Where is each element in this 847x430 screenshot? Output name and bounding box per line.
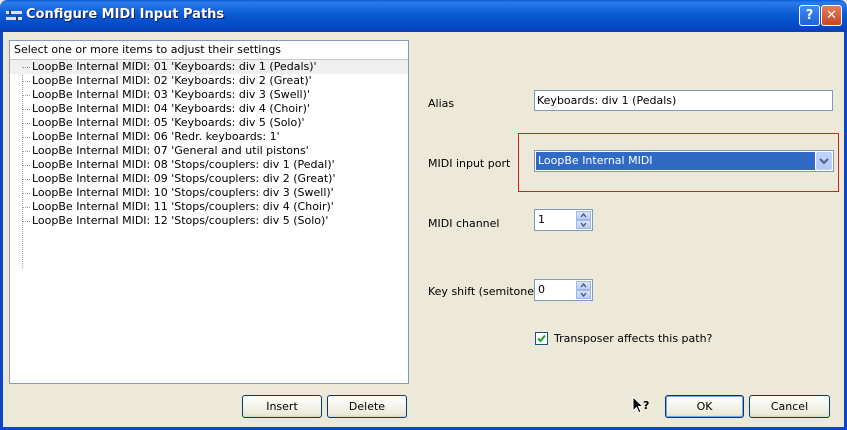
tree-connector	[22, 95, 30, 96]
midi-channel-value: 1	[538, 213, 545, 226]
tree-connector	[22, 221, 30, 222]
chevron-down-icon	[819, 158, 829, 165]
keyshift-increment-button[interactable]	[576, 281, 591, 290]
transposer-label[interactable]: Transposer affects this path?	[554, 332, 712, 345]
dropdown-button[interactable]	[816, 152, 832, 170]
help-button[interactable]: ?	[799, 5, 820, 26]
midi-channel-label: MIDI channel	[428, 217, 500, 230]
list-item[interactable]: LoopBe Internal MIDI: 04 'Keyboards: div…	[10, 102, 408, 116]
close-button[interactable]: ✕	[821, 5, 842, 26]
tree-connector	[22, 207, 30, 208]
window-title: Configure MIDI Input Paths	[26, 7, 225, 22]
list-item-label: LoopBe Internal MIDI: 04 'Keyboards: div…	[32, 102, 310, 115]
alias-label: Alias	[428, 97, 455, 110]
channel-decrement-button[interactable]	[576, 220, 591, 229]
list-item[interactable]: LoopBe Internal MIDI: 01 'Keyboards: div…	[10, 60, 408, 74]
list-item-label: LoopBe Internal MIDI: 08 'Stops/couplers…	[32, 158, 335, 171]
list-item-label: LoopBe Internal MIDI: 09 'Stops/couplers…	[32, 172, 336, 185]
chevron-down-icon	[580, 292, 587, 298]
list-item[interactable]: LoopBe Internal MIDI: 03 'Keyboards: div…	[10, 88, 408, 102]
list-item[interactable]: LoopBe Internal MIDI: 11 'Stops/couplers…	[10, 200, 408, 214]
list-item[interactable]: LoopBe Internal MIDI: 02 'Keyboards: div…	[10, 74, 408, 88]
list-item-label: LoopBe Internal MIDI: 12 'Stops/couplers…	[32, 214, 329, 227]
cancel-button[interactable]: Cancel	[749, 395, 830, 418]
close-icon: ✕	[826, 8, 837, 23]
tree-connector	[22, 137, 30, 138]
help-cursor-icon: ?	[632, 396, 649, 414]
midi-paths-list[interactable]: Select one or more items to adjust their…	[9, 40, 409, 384]
channel-increment-button[interactable]	[576, 211, 591, 220]
list-item-label: LoopBe Internal MIDI: 11 'Stops/couplers…	[32, 200, 334, 213]
tree-connector	[22, 151, 30, 152]
list-item[interactable]: LoopBe Internal MIDI: 05 'Keyboards: div…	[10, 116, 408, 130]
tree-connector	[22, 123, 30, 124]
keyshift-decrement-button[interactable]	[576, 290, 591, 299]
tree-connector	[22, 109, 30, 110]
insert-button[interactable]: Insert	[242, 395, 322, 418]
tree-connector	[22, 67, 30, 68]
list-item-label: LoopBe Internal MIDI: 01 'Keyboards: div…	[32, 60, 317, 73]
midi-channel-spinner[interactable]: 1	[534, 209, 593, 231]
midi-port-value: LoopBe Internal MIDI	[536, 152, 815, 170]
chevron-up-icon	[580, 282, 587, 288]
list-item[interactable]: LoopBe Internal MIDI: 07 'General and ut…	[10, 144, 408, 158]
midi-app-icon	[6, 10, 22, 21]
svg-text:?: ?	[643, 399, 649, 412]
title-bar[interactable]: Configure MIDI Input Paths ? ✕	[0, 0, 847, 32]
chevron-down-icon	[580, 222, 587, 228]
delete-button[interactable]: Delete	[327, 395, 407, 418]
tree-connector	[22, 165, 30, 166]
list-item[interactable]: LoopBe Internal MIDI: 08 'Stops/couplers…	[10, 158, 408, 172]
list-item[interactable]: LoopBe Internal MIDI: 10 'Stops/couplers…	[10, 186, 408, 200]
list-item-label: LoopBe Internal MIDI: 07 'General and ut…	[32, 144, 309, 157]
tree-connector	[22, 193, 30, 194]
tree-connector	[22, 179, 30, 180]
chevron-up-icon	[580, 212, 587, 218]
list-item-label: LoopBe Internal MIDI: 05 'Keyboards: div…	[32, 116, 305, 129]
alias-field[interactable]: Keyboards: div 1 (Pedals)	[534, 90, 833, 111]
list-item-label: LoopBe Internal MIDI: 02 'Keyboards: div…	[32, 74, 312, 87]
midi-port-dropdown[interactable]: LoopBe Internal MIDI	[534, 150, 834, 172]
list-item-label: LoopBe Internal MIDI: 10 'Stops/couplers…	[32, 186, 334, 199]
checkmark-icon	[537, 334, 546, 343]
list-items: LoopBe Internal MIDI: 01 'Keyboards: div…	[10, 60, 408, 228]
key-shift-label: Key shift (semitones)	[428, 285, 545, 298]
list-item-label: LoopBe Internal MIDI: 06 'Redr. keyboard…	[32, 130, 280, 143]
list-item[interactable]: LoopBe Internal MIDI: 12 'Stops/couplers…	[10, 214, 408, 228]
key-shift-value: 0	[538, 283, 545, 296]
list-item-label: LoopBe Internal MIDI: 03 'Keyboards: div…	[32, 88, 310, 101]
transposer-checkbox[interactable]	[535, 332, 548, 345]
tree-connector	[22, 81, 30, 82]
key-shift-spinner[interactable]: 0	[534, 279, 593, 301]
ok-button[interactable]: OK	[665, 395, 744, 418]
midi-port-label: MIDI input port	[428, 157, 511, 170]
list-item[interactable]: LoopBe Internal MIDI: 09 'Stops/couplers…	[10, 172, 408, 186]
list-item[interactable]: LoopBe Internal MIDI: 06 'Redr. keyboard…	[10, 130, 408, 144]
help-icon: ?	[805, 8, 814, 23]
list-header: Select one or more items to adjust their…	[10, 41, 408, 60]
